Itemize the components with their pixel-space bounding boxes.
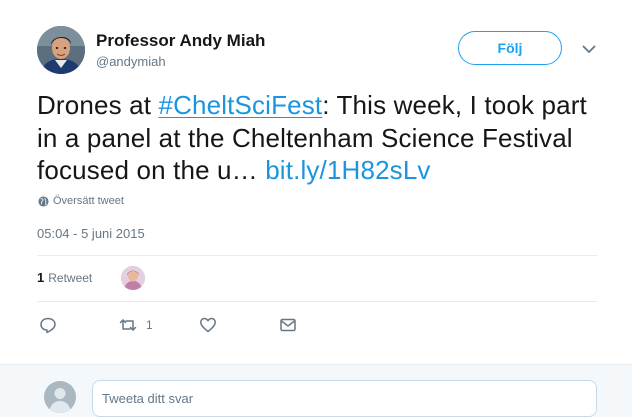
tweet-page: Professor Andy Miah @andymiah Följ Drone… <box>0 0 632 417</box>
retweet-stat-count: 1 <box>37 270 45 285</box>
retweet-stat-label: Retweet <box>48 270 93 285</box>
reply-icon <box>40 317 56 334</box>
author-avatar[interactable] <box>37 26 85 74</box>
divider <box>37 255 597 256</box>
translate-label: Översätt tweet <box>53 195 124 207</box>
retweet-button[interactable]: 1 <box>119 316 153 334</box>
reply-button[interactable] <box>39 316 57 334</box>
envelope-icon <box>280 318 296 332</box>
retweet-stats[interactable]: 1 Retweet <box>37 270 92 285</box>
user-avatar <box>44 381 76 413</box>
translate-tweet-link[interactable]: Översätt tweet <box>38 195 124 207</box>
tweet-url-link[interactable]: bit.ly/1H82sLv <box>265 155 430 185</box>
reply-input[interactable] <box>92 380 597 417</box>
retweet-count: 1 <box>146 318 153 332</box>
direct-message-button[interactable] <box>279 316 297 334</box>
heart-icon <box>200 317 216 333</box>
follow-button[interactable]: Följ <box>458 31 562 65</box>
retweeter-avatar[interactable] <box>121 266 145 290</box>
author-name[interactable]: Professor Andy Miah <box>96 31 265 51</box>
like-button[interactable] <box>199 316 217 334</box>
retweeter-photo <box>121 266 145 290</box>
divider <box>37 301 597 302</box>
tweet-timestamp[interactable]: 05:04 - 5 juni 2015 <box>37 226 145 241</box>
globe-icon <box>38 195 49 207</box>
chevron-down-icon[interactable] <box>580 40 598 58</box>
avatar-photo <box>37 26 85 74</box>
retweet-icon <box>119 319 137 331</box>
tweet-text: Drones at #CheltSciFest: This week, I to… <box>37 89 597 187</box>
author-handle[interactable]: @andymiah <box>96 54 166 69</box>
hashtag-link[interactable]: #CheltSciFest <box>158 90 322 120</box>
default-avatar-icon <box>44 381 76 413</box>
tweet-text-prefix: Drones at <box>37 90 159 120</box>
